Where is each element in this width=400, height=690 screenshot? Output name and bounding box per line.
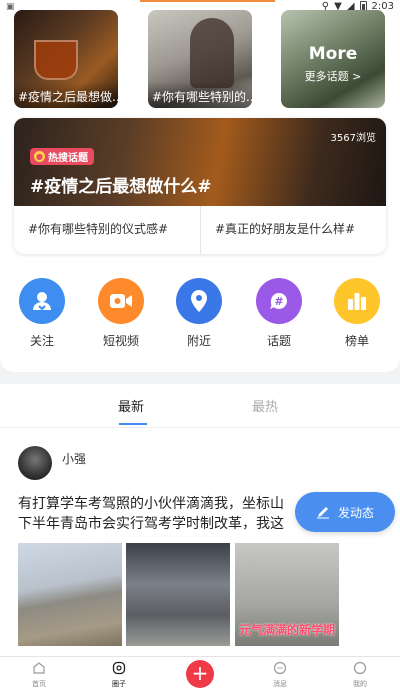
quick-label: 短视频: [102, 334, 139, 348]
pencil-icon: [316, 507, 329, 519]
feed-tabs: 最新 最热: [0, 384, 400, 428]
post-image[interactable]: [126, 543, 230, 646]
tab-latest[interactable]: 最新: [118, 396, 144, 415]
nav-label: 消息: [273, 680, 287, 688]
fab-label: 发动态: [337, 505, 374, 520]
post-text-line: 有打算学车考驾照的小伙伴滴滴我，坐标山: [18, 496, 284, 512]
topic-thumb-caption: #你有哪些特别的...: [148, 82, 252, 108]
publish-button[interactable]: +: [186, 660, 214, 688]
nav-label: 首页: [32, 680, 46, 688]
bottom-nav: 首页 圈子 + 消息 我的: [0, 656, 400, 690]
nav-label: 圈子: [112, 680, 126, 688]
nav-label: 我的: [353, 680, 367, 688]
topic-thumb-2[interactable]: #你有哪些特别的...: [148, 10, 252, 108]
chart-icon: [334, 278, 380, 324]
svg-text:#: #: [274, 295, 283, 308]
more-topics-link[interactable]: 更多话题 >: [281, 68, 385, 84]
circle-icon: [112, 661, 126, 675]
hashtag-icon: #: [256, 278, 302, 324]
topic-thumb-1[interactable]: #疫情之后最想做...: [14, 10, 118, 108]
nav-messages[interactable]: 消息: [260, 661, 300, 689]
more-title: More: [308, 44, 358, 64]
location-icon: [176, 278, 222, 324]
quick-label: 话题: [266, 334, 291, 348]
hot-topic-title: #疫情之后最想做什么#: [30, 177, 212, 197]
profile-icon: [353, 661, 367, 675]
feed-post[interactable]: 小强 有打算学车考驾照的小伙伴滴滴我，坐标山 下半年青岛市会实行驾考学时制改革，…: [0, 428, 400, 656]
post-image[interactable]: 元气满满的新学期: [235, 543, 339, 646]
nav-circle[interactable]: 圈子: [99, 661, 139, 689]
sub-topic-link[interactable]: #你有哪些特别的仪式感#: [14, 206, 200, 254]
sub-topic-link[interactable]: #真正的好朋友是什么样#: [200, 206, 386, 254]
more-topics-card[interactable]: More 更多话题 >: [281, 10, 385, 108]
nav-mine[interactable]: 我的: [340, 661, 380, 689]
quick-video-button[interactable]: 短视频: [91, 278, 151, 349]
hot-topic-banner[interactable]: 3567浏览 ● 热搜话题 #疫情之后最想做什么#: [14, 118, 386, 206]
active-tab-indicator: [119, 423, 147, 425]
post-text[interactable]: 有打算学车考驾照的小伙伴滴滴我，坐标山 下半年青岛市会实行驾考学时制改革，我这: [18, 494, 330, 534]
quick-nearby-button[interactable]: 附近: [169, 278, 229, 349]
view-count: 3567浏览: [330, 133, 376, 144]
quick-label: 榜单: [344, 334, 369, 348]
fire-icon: ●: [34, 151, 45, 162]
post-image-caption: 元气满满的新学期: [238, 623, 335, 637]
quick-follow-button[interactable]: 关注: [12, 278, 72, 349]
post-image[interactable]: [18, 543, 122, 646]
quick-topic-button[interactable]: # 话题: [249, 278, 309, 349]
hot-topic-card[interactable]: 3567浏览 ● 热搜话题 #疫情之后最想做什么# #你有哪些特别的仪式感# #…: [14, 118, 386, 254]
quick-label: 关注: [29, 334, 54, 348]
avatar[interactable]: [18, 446, 52, 480]
quick-label: 附近: [186, 334, 211, 348]
tea-cup-image: [34, 40, 78, 80]
post-username[interactable]: 小强: [62, 450, 86, 467]
badge-label: 热搜话题: [48, 153, 88, 164]
girl-photo-image: [190, 18, 234, 88]
status-accent-bar: [140, 0, 275, 2]
home-icon: [33, 662, 45, 674]
message-icon: [273, 661, 287, 675]
quick-ranking-button[interactable]: 榜单: [327, 278, 387, 349]
topic-thumb-caption: #疫情之后最想做...: [14, 82, 118, 108]
user-icon: [19, 278, 65, 324]
notification-icon: ▣: [6, 2, 15, 12]
post-text-line: 下半年青岛市会实行驾考学时制改革，我这: [18, 516, 284, 532]
tab-hottest[interactable]: 最热: [252, 396, 278, 415]
video-icon: [98, 278, 144, 324]
nav-home[interactable]: 首页: [19, 661, 59, 689]
post-status-button[interactable]: 发动态: [295, 492, 395, 532]
hot-search-badge: ● 热搜话题: [30, 148, 94, 165]
